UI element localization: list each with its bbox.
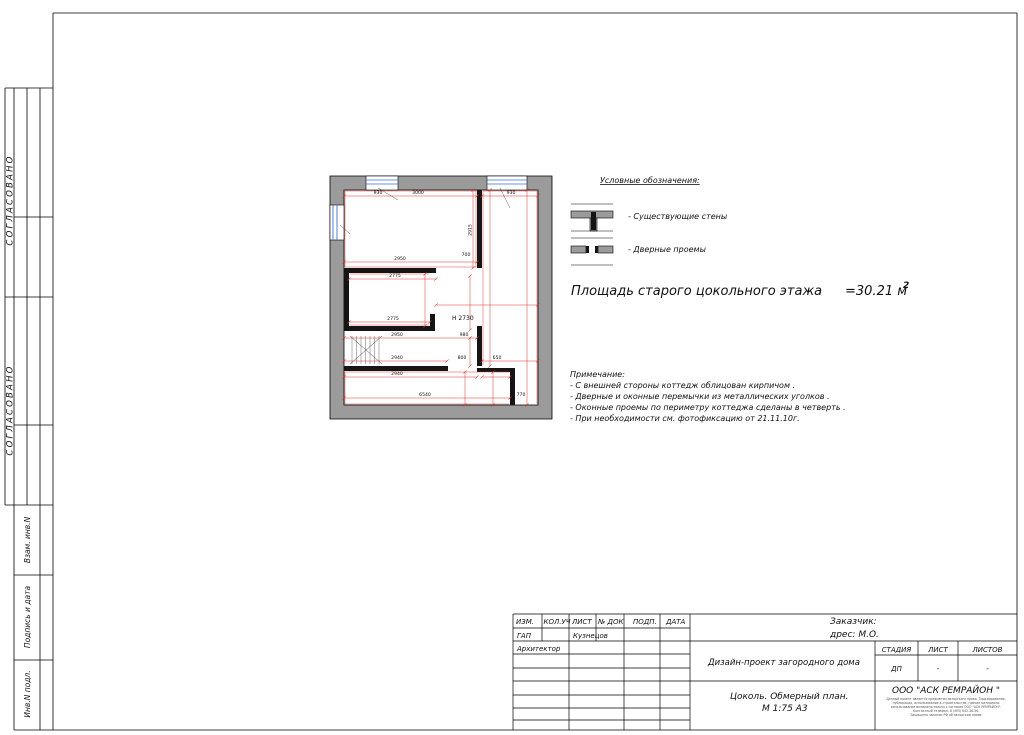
dimension-label: 3000 [412,190,424,196]
legend-doors-symbol [570,237,614,266]
legend-doors-label: - Дверные проемы [628,245,706,254]
dimension-label: 2915 [468,224,474,236]
interior-wall [510,370,515,405]
dimension-label: 930 [374,190,383,196]
interior-walls [344,190,515,405]
dimension-label: 2950 [394,256,406,262]
area-unit-power: 2 [903,281,909,291]
window-top-right [486,175,528,191]
tb-scale: М 1:75 А3 [762,704,808,714]
dimension-label: 2940 [391,355,403,361]
dimension-label: 2775 [387,316,399,322]
tb-sheet: - [937,665,940,673]
dimension-lines [339,187,540,407]
dimension-label: 980 [460,332,469,338]
interior-wall [477,190,482,268]
interior-wall [344,268,436,273]
area-statement: Площадь старого цокольного этажа =30.21 … [571,281,909,299]
outer-walls [329,175,553,420]
stamp-agreed-bottom: СОГЛАСОВАНО [6,364,16,455]
title-block: ИЗМ. КОЛ.УЧ ЛИСТ № ДОК ПОДП. ДАТА ГАП Ку… [516,617,1006,717]
floor-plan: 930 3000 930 2950 700 2775 2775 2950 980… [329,175,553,420]
notes: Примечание: - С внешней стороны коттедж … [570,370,846,423]
tb-role: Архитектор [516,645,561,653]
tb-header-sheet: ЛИСТ [571,618,592,626]
notes-title: Примечание: [570,370,625,379]
tb-header-count: КОЛ.УЧ [544,618,571,626]
legend-title: Условные обозначения: [600,176,700,185]
tb-project-name: Дизайн-проект загородного дома [707,658,860,668]
note-line: - При необходимости см. фотофиксацию от … [570,414,800,423]
note-line: - С внешней стороны коттедж облицован ки… [570,381,795,390]
tb-header-sign: ПОДП. [633,618,657,626]
dimension-label: 2940 [391,371,403,377]
left-stamp: СОГЛАСОВАНО СОГЛАСОВАНО Взам. инв.N Подп… [6,154,33,717]
stamp-inv-original: Инв.N подл. [23,670,32,717]
dimension-label: 770 [517,392,526,398]
window-top-left [365,175,399,191]
legend: Условные обозначения: - Существующие сте… [570,176,727,266]
tb-sheets: - [986,665,989,673]
dimension-label: 650 [493,355,502,361]
tb-sheets-header: ЛИСТОВ [972,646,1003,654]
stamp-sign-date: Подпись и дата [23,586,32,649]
window-left [329,204,345,241]
tb-header-date: ДАТА [665,618,686,626]
tb-header-change: ИЗМ. [516,618,534,626]
dimension-label: 700 [462,252,471,258]
tb-customer: Заказчик: [830,617,877,627]
staircase [349,335,383,365]
tb-company: ООО "АСК РЕМРАЙОН " [892,684,1000,696]
interior-wall [344,326,432,331]
dimension-label: 800 [458,355,467,361]
tb-person-name: Кузнецов [573,632,608,640]
interior-wall [344,273,349,326]
dimension-label: 6540 [419,392,431,398]
stamp-agreed-top: СОГЛАСОВАНО [6,154,16,245]
note-line: - Оконные проемы по периметру коттеджа с… [570,403,846,412]
tb-drawing-title: Цоколь. Обмерный план. [730,692,849,702]
dimension-label: 2950 [391,332,403,338]
tb-header-doc: № ДОК [597,618,624,626]
area-value: =30.21 м [845,284,907,299]
drawing-sheet: СОГЛАСОВАНО СОГЛАСОВАНО Взам. инв.N Подп… [4,12,1018,731]
area-label: Площадь старого цокольного этажа [571,284,822,299]
legend-walls-symbol [570,203,614,232]
interior-wall [477,326,482,366]
dimension-label: 2775 [389,273,401,279]
dimension-label: 930 [507,190,516,196]
stamp-replace-inv: Взам. инв.N [23,516,32,563]
legend-walls-label: - Существующие стены [628,212,727,221]
tb-role: ГАП [517,632,532,640]
tb-copyright-line: Защищено законом РФ об авторском праве [910,713,981,717]
tb-address: дрес: М.О. [829,630,879,640]
note-line: - Дверные и оконные перемычки из металли… [570,392,830,401]
tb-sheet-header: ЛИСТ [927,646,948,654]
tb-stage-header: СТАДИЯ [882,646,912,654]
interior-wall [430,314,435,331]
interior-wall [344,366,448,371]
tb-stage: ДП [890,665,902,673]
ceiling-height-label: H 2730 [452,315,474,322]
interior-wall [477,368,515,372]
